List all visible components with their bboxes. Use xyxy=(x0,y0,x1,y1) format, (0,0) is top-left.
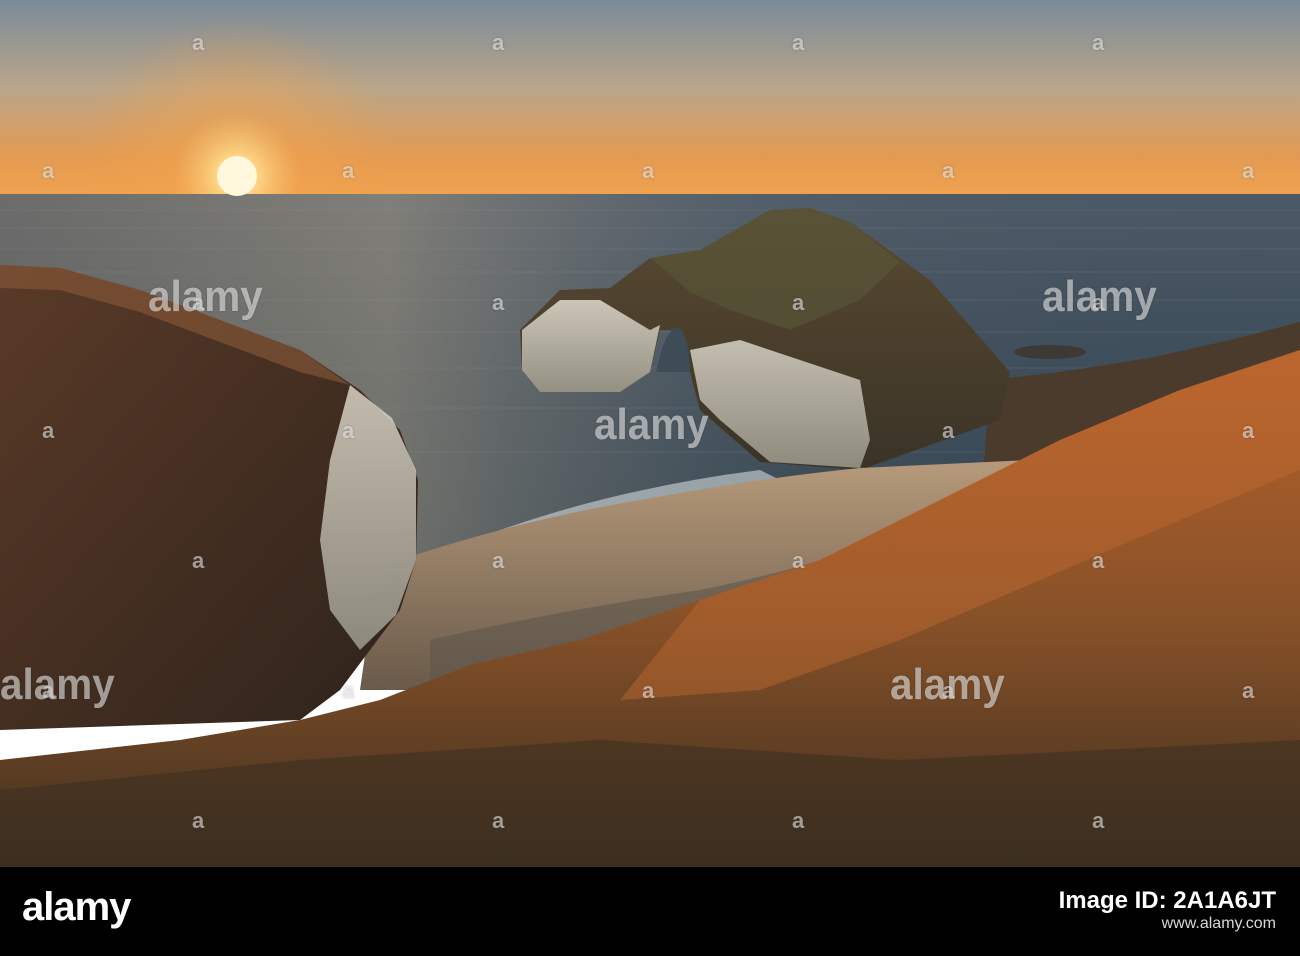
coastal-sunset-scene xyxy=(0,0,1300,867)
stock-photo: a a a a a a a a a a a a a a a a a a a a … xyxy=(0,0,1300,867)
site-url: www.alamy.com xyxy=(1161,914,1276,932)
alamy-logo: alamy xyxy=(22,885,131,929)
image-id-label: Image ID: 2A1A6JT xyxy=(1058,887,1276,914)
image-id-block: Image ID: 2A1A6JT www.alamy.com xyxy=(1059,887,1276,933)
footer-bar: alamy Image ID: 2A1A6JT www.alamy.com xyxy=(0,867,1300,956)
